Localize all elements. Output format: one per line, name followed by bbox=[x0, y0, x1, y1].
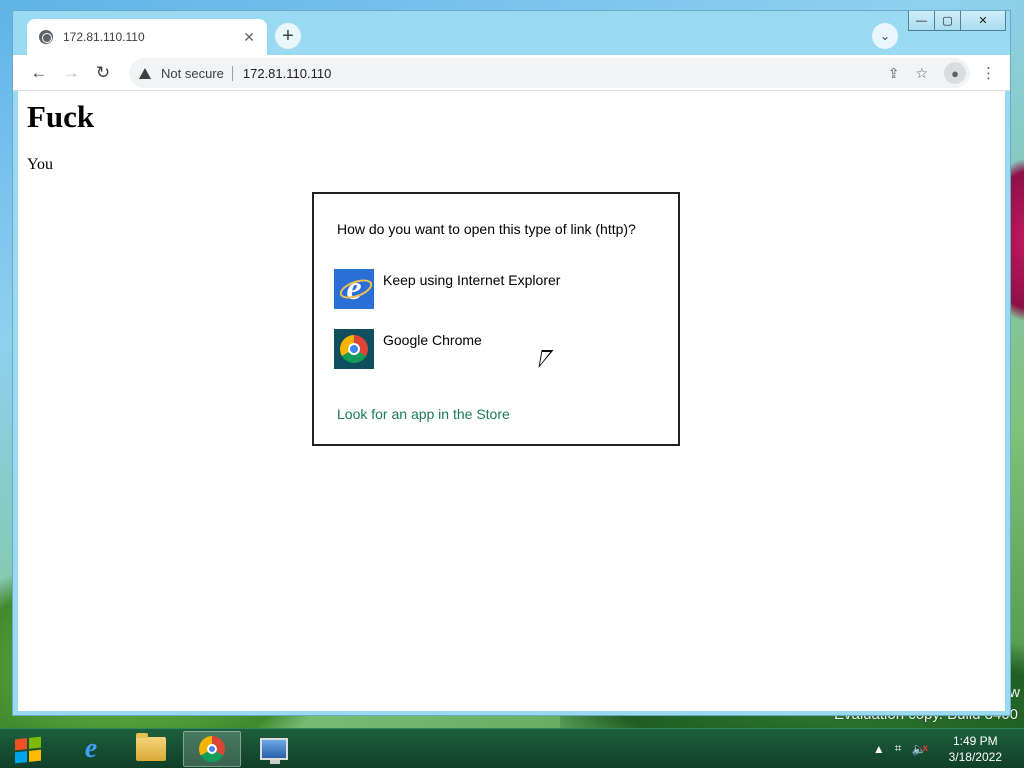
security-label[interactable]: Not secure bbox=[161, 65, 233, 81]
forward-button[interactable]: → bbox=[57, 59, 85, 87]
remote-desktop-icon bbox=[260, 738, 288, 764]
globe-icon bbox=[39, 30, 53, 44]
page-paragraph: You bbox=[27, 156, 53, 173]
start-button[interactable] bbox=[8, 733, 48, 767]
browser-toolbar: ← → ↻ Not secure 172.81.110.110 ⇪ ☆ ● ⋮ bbox=[13, 55, 1010, 91]
taskbar-remote-desktop[interactable] bbox=[245, 731, 303, 767]
taskbar-google-chrome[interactable] bbox=[183, 731, 241, 767]
tab-close-icon[interactable]: ✕ bbox=[243, 29, 255, 46]
store-link[interactable]: Look for an app in the Store bbox=[337, 406, 510, 422]
clock-date: 3/18/2022 bbox=[948, 750, 1002, 764]
option-internet-explorer[interactable]: e Keep using Internet Explorer bbox=[334, 269, 560, 309]
tab-title: 172.81.110.110 bbox=[63, 30, 145, 44]
network-icon[interactable]: ⌗ bbox=[895, 741, 902, 756]
system-tray: ▲ ⌗ 🔈 x bbox=[863, 741, 928, 756]
tab-search-button[interactable]: ⌄ bbox=[872, 23, 898, 49]
new-tab-button[interactable]: + bbox=[275, 23, 301, 49]
taskbar-internet-explorer[interactable]: e bbox=[62, 731, 120, 767]
volume-muted-icon: x bbox=[922, 743, 928, 754]
bookmark-star-icon[interactable]: ☆ bbox=[915, 65, 928, 82]
option-label: Keep using Internet Explorer bbox=[383, 272, 561, 288]
dialog-title: How do you want to open this type of lin… bbox=[337, 221, 636, 237]
taskbar-clock[interactable]: 1:49 PM 3/18/2022 bbox=[949, 733, 1002, 765]
taskbar-file-explorer[interactable] bbox=[122, 731, 180, 767]
option-label: Google Chrome bbox=[383, 332, 482, 348]
back-button[interactable]: ← bbox=[25, 59, 53, 87]
google-chrome-icon bbox=[334, 329, 374, 369]
option-google-chrome[interactable]: Google Chrome bbox=[334, 329, 482, 369]
open-with-dialog: How do you want to open this type of lin… bbox=[312, 192, 680, 446]
page-heading: Fuck bbox=[27, 99, 95, 134]
tray-chevron-icon[interactable]: ▲ bbox=[873, 742, 885, 756]
warning-icon[interactable] bbox=[139, 67, 151, 79]
tab-active[interactable]: 172.81.110.110 ✕ bbox=[27, 19, 267, 55]
reload-button[interactable]: ↻ bbox=[89, 59, 117, 87]
profile-icon[interactable]: ● bbox=[944, 62, 966, 84]
address-bar[interactable]: Not secure 172.81.110.110 ⇪ ☆ ● bbox=[129, 58, 970, 88]
browser-menu-button[interactable]: ⋮ bbox=[981, 64, 996, 82]
share-icon[interactable]: ⇪ bbox=[888, 65, 900, 82]
taskbar: e ▲ ⌗ 🔈 x 1:49 PM 3/18/2022 bbox=[0, 728, 1024, 768]
internet-explorer-icon: e bbox=[334, 269, 374, 309]
tab-strip: 172.81.110.110 ✕ + ⌄ bbox=[13, 11, 1010, 55]
clock-time: 1:49 PM bbox=[952, 734, 998, 748]
url-text[interactable]: 172.81.110.110 bbox=[243, 66, 888, 81]
google-chrome-icon bbox=[199, 736, 225, 762]
internet-explorer-icon: e bbox=[84, 733, 98, 764]
file-explorer-icon bbox=[136, 733, 166, 761]
